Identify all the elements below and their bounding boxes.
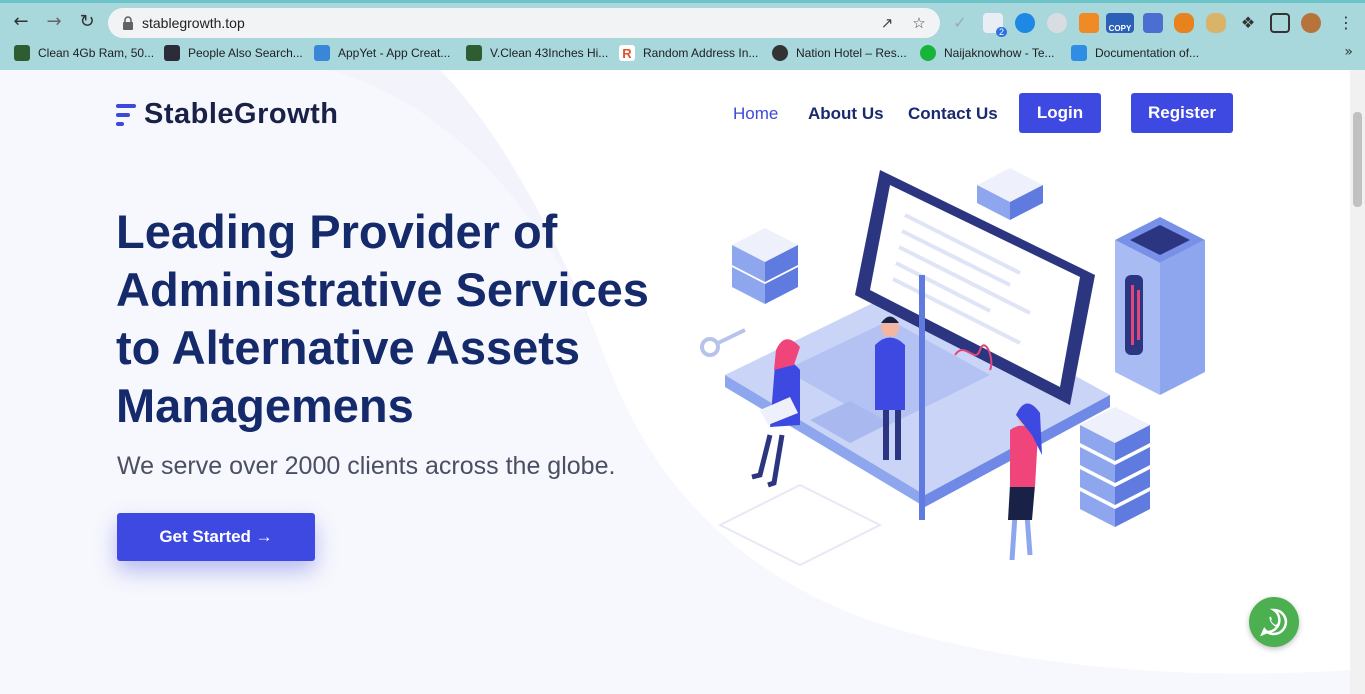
url-text: stablegrowth.top [142,15,245,31]
hero-title-line: Leading Provider of [116,205,558,258]
bookmark-star-icon[interactable]: ☆ [910,14,928,32]
page-scrollbar[interactable] [1350,70,1365,694]
bookmark-favicon [772,45,788,61]
server-stack-right [1080,407,1150,527]
grey-extension-icon[interactable] [1047,13,1067,33]
hero-title-line: Administrative Services [116,263,649,316]
logo-text: StableGrowth [144,98,339,130]
bookmark-item[interactable]: People Also Search... [164,43,303,63]
copy-extension-icon[interactable]: COPY [1106,13,1134,33]
bookmark-label: V.Clean 43Inches Hi... [490,46,609,60]
share-icon[interactable]: ↗ [878,14,896,32]
shazam-extension-icon[interactable] [1015,13,1035,33]
register-button[interactable]: Register [1131,93,1233,133]
screen-extension-icon[interactable] [1143,13,1163,33]
bookmark-favicon [920,45,936,61]
bookmarks-overflow-icon[interactable]: » [1344,44,1353,60]
browser-toolbar: ← → ↻ stablegrowth.top ↗ ☆ ✓ 2 COPY ❖ ⋮ [0,4,1365,38]
hero-title-line: Managemens [116,379,414,432]
browser-menu-icon[interactable]: ⋮ [1336,13,1356,33]
bookmarks-bar: Clean 4Gb Ram, 50... People Also Search.… [0,40,1365,66]
bookmark-label: Clean 4Gb Ram, 50... [38,46,155,60]
tab-strip-edge [0,0,1365,3]
bookmark-favicon [1071,45,1087,61]
bookmark-label: Documentation of... [1095,46,1200,60]
reload-icon[interactable]: ↻ [74,8,100,34]
whatsapp-icon [1260,608,1288,637]
profile-avatar[interactable] [1301,13,1321,33]
bookmark-item[interactable]: V.Clean 43Inches Hi... [466,43,608,63]
lock-icon [123,16,133,30]
wallet-extension-icon[interactable] [1206,13,1226,33]
address-bar[interactable]: stablegrowth.top ↗ ☆ [108,8,940,38]
hero-title-line: to Alternative Assets [116,321,581,374]
side-panel-icon[interactable] [1270,13,1290,33]
bookmark-label: Naijaknowhow - Te... [944,46,1055,60]
scrollbar-thumb[interactable] [1353,112,1362,207]
login-button[interactable]: Login [1019,93,1101,133]
back-icon[interactable]: ← [8,8,34,34]
metamask-fox-icon[interactable] [1174,13,1194,33]
bookmark-item[interactable]: Naijaknowhow - Te... [920,43,1055,63]
bookmark-label: AppYet - App Creat... [338,46,451,60]
bookmark-label: People Also Search... [188,46,303,60]
bookmark-label: Nation Hotel – Res... [796,46,907,60]
bookmark-item[interactable]: AppYet - App Creat... [314,43,450,63]
hero-subtitle: We serve over 2000 clients across the gl… [117,452,616,480]
hero-illustration [700,168,1205,567]
site-logo[interactable]: StableGrowth [116,98,339,131]
bookmark-favicon: R [619,45,635,61]
server-top [977,168,1043,220]
extension-count-badge: 2 [995,27,1007,37]
bookmark-item[interactable]: Documentation of... [1071,43,1199,63]
bookmark-favicon [314,45,330,61]
bookmark-favicon [164,45,180,61]
forward-icon[interactable]: → [41,8,67,34]
hero-title: Leading Provider of Administrative Servi… [116,203,716,435]
server-stack-left [732,228,798,304]
server-tower [1115,217,1205,395]
extensions-puzzle-icon[interactable]: ❖ [1238,13,1258,33]
nav-home-link[interactable]: Home [733,104,778,124]
check-extension-icon[interactable]: ✓ [950,13,970,33]
nav-contact-link[interactable]: Contact Us [908,104,998,124]
website-page: StableGrowth Home About Us Contact Us Lo… [0,70,1350,694]
extension-badge-icon[interactable]: 2 [983,13,1007,37]
get-started-button[interactable]: Get Started → [117,513,315,561]
bookmark-favicon [466,45,482,61]
orange-extension-icon[interactable] [1079,13,1099,33]
nav-about-link[interactable]: About Us [808,104,884,124]
bookmark-item[interactable]: Clean 4Gb Ram, 50... [14,43,154,63]
bookmark-item[interactable]: Nation Hotel – Res... [772,43,907,63]
whatsapp-chat-button[interactable] [1249,597,1299,647]
bookmark-label: Random Address In... [643,46,759,60]
browser-chrome: ← → ↻ stablegrowth.top ↗ ☆ ✓ 2 COPY ❖ ⋮ … [0,0,1365,70]
bookmark-item[interactable]: R Random Address In... [619,43,758,63]
copy-badge-label: COPY [1108,24,1132,33]
bookmark-favicon [14,45,30,61]
logo-mark-icon [116,101,138,129]
